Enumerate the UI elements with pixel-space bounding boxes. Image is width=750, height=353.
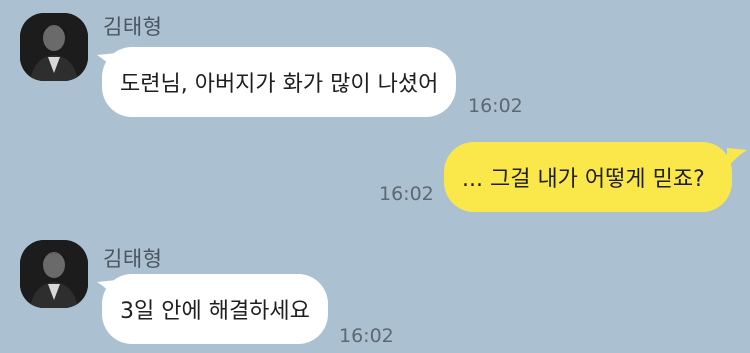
chat-window: 김태형 도련님, 아버지가 화가 많이 나셨어 16:02 16:02 ... …	[0, 0, 750, 353]
avatar-icon	[20, 240, 88, 308]
message-bubble[interactable]: 도련님, 아버지가 화가 많이 나셨어	[102, 47, 456, 117]
sender-avatar[interactable]	[20, 13, 88, 81]
message-text: 도련님, 아버지가 화가 많이 나셨어	[120, 72, 439, 97]
sender-avatar[interactable]	[20, 240, 88, 308]
message-time: 16:02	[379, 183, 434, 205]
message-time: 16:02	[339, 325, 394, 347]
message-bubble[interactable]: 3일 안에 해결하세요	[102, 274, 328, 344]
message-text: ... 그걸 내가 어떻게 믿죠?	[462, 167, 705, 192]
message-time: 16:02	[468, 95, 523, 117]
sender-name: 김태형	[103, 15, 163, 39]
bubble-tail	[727, 148, 747, 168]
sender-name: 김태형	[103, 247, 163, 271]
message-text: 3일 안에 해결하세요	[120, 299, 310, 324]
message-bubble[interactable]: ... 그걸 내가 어떻게 믿죠?	[444, 142, 732, 212]
avatar-icon	[20, 13, 88, 81]
